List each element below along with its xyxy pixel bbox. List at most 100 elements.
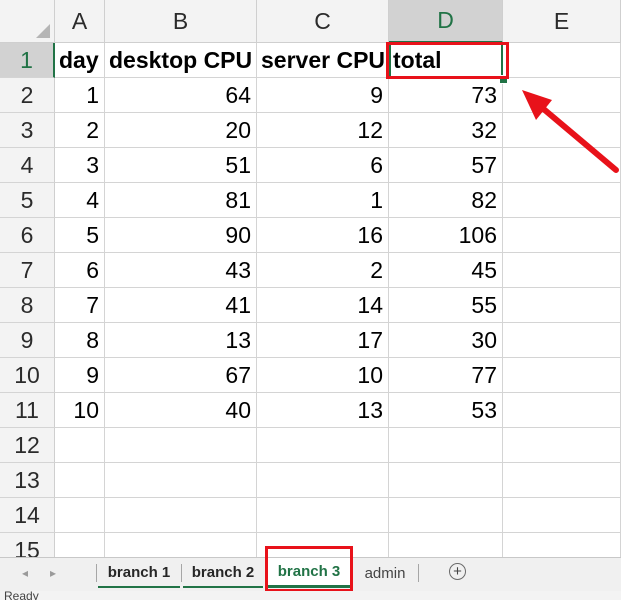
cell-a10[interactable]: 9 xyxy=(55,358,105,393)
row-header-5[interactable]: 5 xyxy=(0,183,55,218)
cell-e14[interactable] xyxy=(503,498,621,533)
cell-a4[interactable]: 3 xyxy=(55,148,105,183)
cell-c12[interactable] xyxy=(257,428,389,463)
tab-admin[interactable]: admin xyxy=(356,558,414,588)
cell-c13[interactable] xyxy=(257,463,389,498)
cell-e12[interactable] xyxy=(503,428,621,463)
arrow-icon xyxy=(522,90,619,173)
cell-a2[interactable]: 1 xyxy=(55,78,105,113)
cell-c2[interactable]: 9 xyxy=(257,78,389,113)
column-header-a[interactable]: A xyxy=(55,0,105,43)
row-header-8[interactable]: 8 xyxy=(0,288,55,323)
add-sheet-icon[interactable]: + xyxy=(449,563,466,580)
cell-a7[interactable]: 6 xyxy=(55,253,105,288)
cell-a14[interactable] xyxy=(55,498,105,533)
cell-d13[interactable] xyxy=(389,463,503,498)
cell-a9[interactable]: 8 xyxy=(55,323,105,358)
tab-branch-1[interactable]: branch 1 xyxy=(98,558,180,588)
row-header-7[interactable]: 7 xyxy=(0,253,55,288)
cell-d4[interactable]: 57 xyxy=(389,148,503,183)
cell-d9[interactable]: 30 xyxy=(389,323,503,358)
cell-c9[interactable]: 17 xyxy=(257,323,389,358)
cell-b14[interactable] xyxy=(105,498,257,533)
cell-b13[interactable] xyxy=(105,463,257,498)
cell-b1[interactable]: desktop CPU xyxy=(105,43,257,78)
cell-e13[interactable] xyxy=(503,463,621,498)
cell-b2[interactable]: 64 xyxy=(105,78,257,113)
cell-c10[interactable]: 10 xyxy=(257,358,389,393)
cell-a1[interactable]: day xyxy=(55,43,105,78)
prev-sheet-icon[interactable]: ◂ xyxy=(22,566,28,580)
annotation-highlight-total xyxy=(386,42,509,79)
row-header-15[interactable]: 15 xyxy=(0,533,55,557)
cell-c3[interactable]: 12 xyxy=(257,113,389,148)
row-header-4[interactable]: 4 xyxy=(0,148,55,183)
cell-b3[interactable]: 20 xyxy=(105,113,257,148)
row-header-12[interactable]: 12 xyxy=(0,428,55,463)
row-header-9[interactable]: 9 xyxy=(0,323,55,358)
cell-c4[interactable]: 6 xyxy=(257,148,389,183)
column-header-e[interactable]: E xyxy=(503,0,621,43)
cell-b9[interactable]: 13 xyxy=(105,323,257,358)
cell-e1[interactable] xyxy=(503,43,621,78)
cell-e11[interactable] xyxy=(503,393,621,428)
cell-d12[interactable] xyxy=(389,428,503,463)
cell-a15[interactable] xyxy=(55,533,105,557)
cell-a13[interactable] xyxy=(55,463,105,498)
cell-d8[interactable]: 55 xyxy=(389,288,503,323)
cell-b7[interactable]: 43 xyxy=(105,253,257,288)
row-header-3[interactable]: 3 xyxy=(0,113,55,148)
cell-d14[interactable] xyxy=(389,498,503,533)
cell-b5[interactable]: 81 xyxy=(105,183,257,218)
cell-e7[interactable] xyxy=(503,253,621,288)
row-header-14[interactable]: 14 xyxy=(0,498,55,533)
cell-b11[interactable]: 40 xyxy=(105,393,257,428)
column-header-d[interactable]: D xyxy=(389,0,503,43)
cell-d6[interactable]: 106 xyxy=(389,218,503,253)
cell-e8[interactable] xyxy=(503,288,621,323)
cell-d11[interactable]: 53 xyxy=(389,393,503,428)
cell-b12[interactable] xyxy=(105,428,257,463)
cell-a12[interactable] xyxy=(55,428,105,463)
cell-a5[interactable]: 4 xyxy=(55,183,105,218)
cell-b8[interactable]: 41 xyxy=(105,288,257,323)
cell-a11[interactable]: 10 xyxy=(55,393,105,428)
column-header-c[interactable]: C xyxy=(257,0,389,43)
cell-d3[interactable]: 32 xyxy=(389,113,503,148)
tab-branch-2[interactable]: branch 2 xyxy=(183,558,263,588)
cell-e9[interactable] xyxy=(503,323,621,358)
cell-d15[interactable] xyxy=(389,533,503,557)
row-header-13[interactable]: 13 xyxy=(0,463,55,498)
select-all-corner[interactable] xyxy=(0,0,55,43)
cell-e5[interactable] xyxy=(503,183,621,218)
cell-d2[interactable]: 73 xyxy=(389,78,503,113)
cell-c1[interactable]: server CPU xyxy=(257,43,389,78)
cell-a6[interactable]: 5 xyxy=(55,218,105,253)
row-header-1[interactable]: 1 xyxy=(0,43,55,78)
cell-b15[interactable] xyxy=(105,533,257,557)
row-header-10[interactable]: 10 xyxy=(0,358,55,393)
row-header-6[interactable]: 6 xyxy=(0,218,55,253)
cell-d5[interactable]: 82 xyxy=(389,183,503,218)
cell-b6[interactable]: 90 xyxy=(105,218,257,253)
cell-c14[interactable] xyxy=(257,498,389,533)
cell-c6[interactable]: 16 xyxy=(257,218,389,253)
column-header-b[interactable]: B xyxy=(105,0,257,43)
spreadsheet-grid[interactable]: A B C D E 1 2 3 4 5 6 7 8 9 10 11 12 13 … xyxy=(0,0,621,557)
cell-c8[interactable]: 14 xyxy=(257,288,389,323)
row-header-11[interactable]: 11 xyxy=(0,393,55,428)
row-header-2[interactable]: 2 xyxy=(0,78,55,113)
cell-e10[interactable] xyxy=(503,358,621,393)
next-sheet-icon[interactable]: ▸ xyxy=(50,566,56,580)
cell-e15[interactable] xyxy=(503,533,621,557)
cell-b10[interactable]: 67 xyxy=(105,358,257,393)
cell-d7[interactable]: 45 xyxy=(389,253,503,288)
cell-c5[interactable]: 1 xyxy=(257,183,389,218)
cell-c11[interactable]: 13 xyxy=(257,393,389,428)
cell-d10[interactable]: 77 xyxy=(389,358,503,393)
cell-a8[interactable]: 7 xyxy=(55,288,105,323)
cell-e6[interactable] xyxy=(503,218,621,253)
cell-a3[interactable]: 2 xyxy=(55,113,105,148)
cell-b4[interactable]: 51 xyxy=(105,148,257,183)
cell-c7[interactable]: 2 xyxy=(257,253,389,288)
